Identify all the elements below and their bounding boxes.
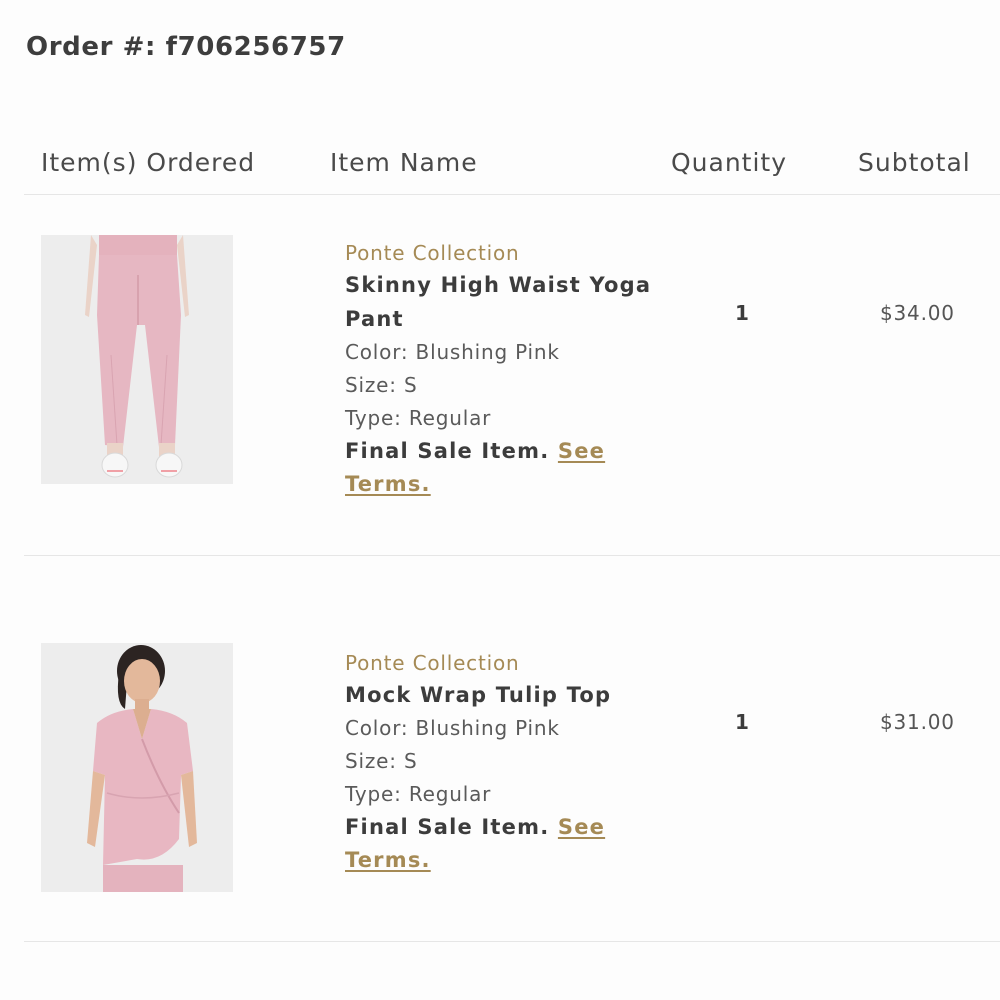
order-item-row: Ponte Collection Skinny High Waist Yoga … [24, 195, 1000, 556]
final-sale-notice: Final Sale Item. See Terms. [345, 811, 665, 877]
header-item-name: Item Name [330, 148, 478, 177]
item-quantity: 1 [735, 710, 749, 734]
item-details: Ponte Collection Mock Wrap Tulip Top Col… [345, 648, 665, 877]
order-item-row: Ponte Collection Mock Wrap Tulip Top Col… [24, 556, 1000, 942]
type-attribute: Type: Regular [345, 782, 492, 806]
collection-label: Ponte Collection [345, 241, 520, 265]
color-attribute: Color: Blushing Pink [345, 340, 560, 364]
pink-wrap-top-photo [41, 643, 233, 892]
type-attribute: Type: Regular [345, 406, 492, 430]
item-quantity: 1 [735, 301, 749, 325]
order-number-title: Order #: f706256757 [26, 32, 346, 62]
product-image-wrap-top[interactable] [41, 643, 233, 892]
item-subtotal: $34.00 [880, 301, 955, 325]
color-attribute: Color: Blushing Pink [345, 716, 560, 740]
header-items-ordered: Item(s) Ordered [41, 148, 256, 177]
collection-label: Ponte Collection [345, 651, 520, 675]
item-details: Ponte Collection Skinny High Waist Yoga … [345, 238, 665, 501]
size-attribute: Size: S [345, 749, 418, 773]
product-name: Mock Wrap Tulip Top [345, 683, 612, 707]
size-attribute: Size: S [345, 373, 418, 397]
pink-yoga-pant-photo [41, 235, 233, 484]
header-subtotal: Subtotal [858, 148, 971, 177]
item-subtotal: $31.00 [880, 710, 955, 734]
product-name: Skinny High Waist Yoga Pant [345, 273, 652, 331]
order-table-header: Item(s) Ordered Item Name Quantity Subto… [24, 140, 1000, 195]
header-quantity: Quantity [671, 148, 788, 177]
order-details-page: Order #: f706256757 Item(s) Ordered Item… [0, 0, 1000, 1000]
final-sale-notice: Final Sale Item. See Terms. [345, 435, 665, 501]
product-image-yoga-pant[interactable] [41, 235, 233, 484]
final-sale-label: Final Sale Item. [345, 815, 550, 839]
final-sale-label: Final Sale Item. [345, 439, 550, 463]
